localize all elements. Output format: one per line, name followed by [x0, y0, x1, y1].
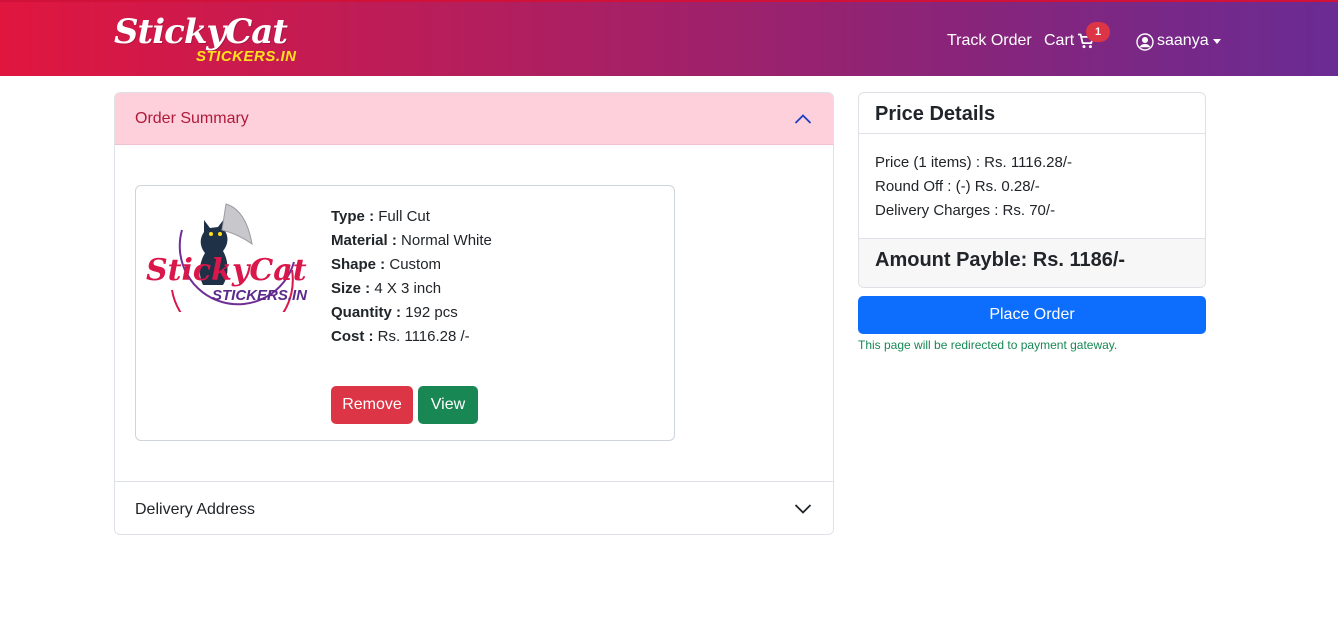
track-order-link[interactable]: Track Order [947, 31, 1032, 51]
product-logo-script: StickyCat [146, 253, 307, 288]
price-line-items: Price (1 items) : Rs. 1116.28/- [875, 154, 1073, 171]
item-material-label: Material : [331, 232, 397, 249]
item-quantity-value: 192 pcs [405, 304, 458, 321]
item-shape-row: Shape : Custom [331, 253, 492, 277]
item-material-value: Normal White [401, 232, 492, 249]
item-type-value: Full Cut [378, 208, 430, 225]
order-summary-title: Order Summary [135, 110, 249, 127]
navbar: StickyCat STICKERS.IN Track Order Cart 1… [0, 0, 1338, 76]
amount-payable-footer: Amount Payble: Rs. 1186/- [859, 238, 1205, 287]
brand-sub-text: STICKERS.IN [196, 48, 297, 65]
item-quantity-label: Quantity : [331, 304, 401, 321]
item-type-label: Type : [331, 208, 375, 225]
order-summary-body: StickyCat STICKERS.IN Type : Full Cut Ma… [115, 145, 833, 482]
cart-count-badge: 1 [1086, 22, 1110, 42]
order-summary-header[interactable]: Order Summary [115, 93, 833, 145]
item-cost-row: Cost : Rs. 1116.28 /- [331, 325, 492, 349]
order-accordion: Order Summary StickyCat STICKERS.IN Type… [114, 92, 834, 535]
cart-link[interactable]: Cart [1044, 31, 1074, 51]
delivery-address-title: Delivery Address [135, 501, 256, 518]
chevron-down-icon[interactable] [794, 503, 812, 515]
item-cost-label: Cost : [331, 328, 374, 345]
delivery-address-header[interactable]: Delivery Address [115, 481, 833, 534]
price-details-card: Price Details Price (1 items) : Rs. 1116… [858, 92, 1206, 288]
view-button[interactable]: View [418, 386, 478, 424]
price-line-delivery: Delivery Charges : Rs. 70/- [875, 202, 1056, 219]
price-details-title: Price Details [875, 103, 996, 125]
item-cost-value: Rs. 1116.28 /- [377, 328, 470, 345]
amount-payable-text: Amount Payble: Rs. 1186/- [875, 249, 1126, 271]
item-size-value: 4 X 3 inch [374, 280, 442, 297]
item-shape-label: Shape : [331, 256, 386, 273]
item-shape-value: Custom [389, 256, 442, 273]
chevron-up-icon[interactable] [794, 113, 812, 125]
item-material-row: Material : Normal White [331, 229, 492, 253]
product-logo-sub: STICKERS.IN [212, 287, 308, 304]
price-line-round-off: Round Off : (-) Rs. 0.28/- [875, 178, 1040, 195]
item-details: Type : Full Cut Material : Normal White … [331, 205, 492, 349]
product-logo-image: StickyCat STICKERS.IN [146, 203, 308, 312]
user-menu-toggle[interactable]: saanya [1157, 31, 1209, 51]
item-type-row: Type : Full Cut [331, 205, 492, 229]
place-order-button[interactable]: Place Order [858, 296, 1206, 334]
user-circle-icon[interactable] [1136, 33, 1154, 51]
item-quantity-row: Quantity : 192 pcs [331, 301, 492, 325]
brand-script-text: StickyCat [114, 12, 288, 52]
remove-button[interactable]: Remove [331, 386, 413, 424]
brand-logo[interactable]: StickyCat STICKERS.IN [114, 12, 304, 68]
chevron-down-icon[interactable] [1213, 39, 1221, 44]
item-size-label: Size : [331, 280, 371, 297]
price-details-header: Price Details [859, 93, 1205, 134]
payment-redirect-note: This page will be redirected to payment … [858, 338, 1118, 352]
price-breakdown: Price (1 items) : Rs. 1116.28/- Round Of… [875, 151, 1072, 223]
order-item-card: StickyCat STICKERS.IN Type : Full Cut Ma… [135, 185, 675, 441]
item-size-row: Size : 4 X 3 inch [331, 277, 492, 301]
